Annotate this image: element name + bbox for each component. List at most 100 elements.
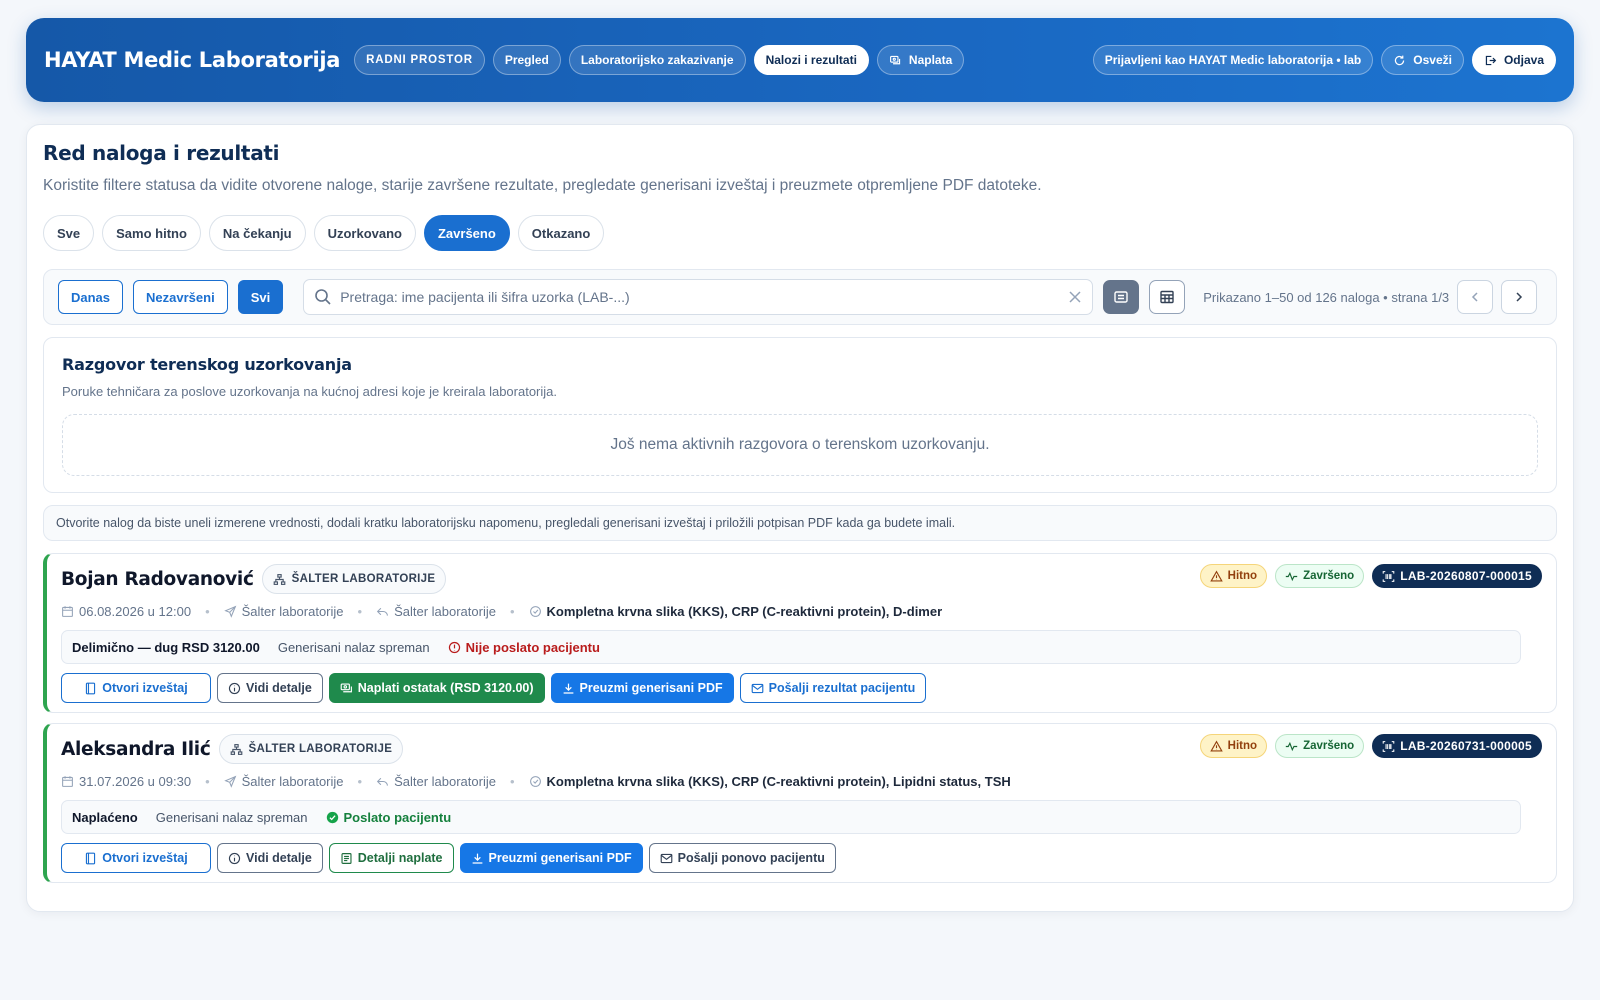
nav-orders-results[interactable]: Nalozi i rezultati: [753, 45, 869, 75]
orders-toolbar: Danas Nezavršeni Svi Prikazano 1–50 od 1…: [43, 269, 1557, 325]
nav-overview[interactable]: Pregled: [492, 45, 561, 75]
check-circle-icon: [326, 811, 338, 823]
order-tests: Kompletna krvna slika (KKS), CRP (C-reak…: [546, 604, 943, 619]
brand-title: HAYAT Medic Laboratorija: [44, 48, 341, 72]
logout-label: Odjava: [1503, 53, 1544, 67]
chevron-left-icon: [1472, 292, 1478, 302]
order-meta: 06.08.2026 u 12:00 • Šalter laboratorije…: [61, 604, 942, 619]
status-badge: Završeno: [1275, 734, 1365, 758]
next-page-button[interactable]: [1501, 280, 1538, 314]
order-sent-from: Šalter laboratorije: [241, 774, 344, 789]
nav-billing-label: Naplata: [908, 53, 953, 67]
refresh-button[interactable]: Osveži: [1381, 45, 1464, 75]
sample-code-badge: LAB-20260807-000015: [1372, 564, 1542, 588]
nav-workspace[interactable]: RADNI PROSTOR: [354, 45, 485, 75]
send-result-button[interactable]: Pošalji rezultat pacijentu: [739, 673, 927, 703]
conversation-subtitle: Poruke tehničara za poslove uzorkovanja …: [62, 384, 557, 399]
report-icon: [86, 682, 96, 694]
view-details-label: Vidi detalje: [246, 851, 312, 865]
filter-urgent-only[interactable]: Samo hitno: [102, 215, 201, 251]
sitemap-icon: [230, 743, 242, 755]
barcode-icon: [1382, 570, 1395, 582]
warning-icon: [1209, 569, 1223, 582]
filter-pending[interactable]: Na čekanju: [208, 215, 306, 251]
order-return-to: Šalter laboratorije: [394, 774, 496, 789]
prev-page-button[interactable]: [1457, 280, 1494, 314]
open-report-button[interactable]: Otvori izveštaj: [61, 673, 211, 703]
view-details-button[interactable]: Vidi detalje: [217, 843, 323, 873]
search-input[interactable]: [340, 289, 1061, 305]
open-report-label: Otvori izveštaj: [102, 851, 188, 865]
order-return-to: Šalter laboratorije: [394, 604, 496, 619]
patient-name: Aleksandra Ilić: [61, 738, 211, 760]
sample-code-badge: LAB-20260731-000005: [1372, 734, 1542, 758]
pulse-icon: [1285, 741, 1298, 751]
billing-icon: [889, 55, 901, 64]
generated-report-status: Generisani nalaz spreman: [277, 639, 430, 655]
filter-sampled[interactable]: Uzorkovano: [313, 215, 416, 251]
info-icon: [228, 682, 241, 694]
pager-text: Prikazano 1–50 od 126 naloga • strana 1/…: [1203, 289, 1450, 305]
sitemap-icon: [273, 573, 285, 585]
download-pdf-button[interactable]: Preuzmi generisani PDF: [550, 673, 734, 703]
payment-status: Delimično — dug RSD 3120.00: [72, 639, 260, 655]
order-sent-from: Šalter laboratorije: [241, 604, 344, 619]
refresh-label: Osveži: [1413, 53, 1452, 67]
send-status: Poslato pacijentu: [326, 809, 452, 825]
filter-completed[interactable]: Završeno: [423, 215, 510, 251]
refresh-icon: [1395, 55, 1405, 65]
billing-details-label: Detalji naplate: [357, 851, 443, 865]
location-label: ŠALTER LABORATORIJE: [248, 743, 393, 755]
calendar-icon: [62, 606, 73, 617]
warning-icon: [1209, 739, 1223, 752]
range-today-button[interactable]: Danas: [58, 280, 124, 314]
top-header: HAYAT Medic Laboratorija RADNI PROSTOR P…: [26, 18, 1574, 102]
urgent-badge: Hitno: [1199, 734, 1268, 758]
send-icon: [223, 605, 236, 618]
send-status: Nije poslato pacijentu: [448, 640, 600, 655]
download-icon: [472, 853, 482, 864]
status-label: Završeno: [1303, 570, 1355, 582]
order-datetime: 06.08.2026 u 12:00: [79, 604, 192, 619]
list-view-icon: [1114, 291, 1128, 303]
download-pdf-label: Preuzmi generisani PDF: [488, 851, 632, 865]
nav-lab-scheduling[interactable]: Laboratorijsko zakazivanje: [568, 45, 746, 75]
location-label: ŠALTER LABORATORIJE: [291, 573, 436, 585]
send-result-label: Pošalji rezultat pacijentu: [768, 681, 916, 695]
field-sampling-conversation: Razgovor terenskog uzorkovanja Poruke te…: [43, 337, 1557, 493]
open-report-button[interactable]: Otvori izveštaj: [61, 843, 211, 873]
table-view-icon: [1160, 290, 1174, 304]
nav-billing[interactable]: Naplata: [876, 45, 965, 75]
alert-circle-icon: [448, 641, 460, 653]
order-status-bar: Naplaćeno Generisani nalaz spreman Posla…: [61, 800, 1521, 834]
logged-in-user: Prijavljeni kao HAYAT Medic laboratorija…: [1092, 45, 1374, 75]
table-view-button[interactable]: [1149, 280, 1186, 314]
open-report-label: Otvori izveštaj: [102, 681, 188, 695]
resend-result-label: Pošalji ponovo pacijentu: [677, 851, 825, 865]
download-pdf-label: Preuzmi generisani PDF: [579, 681, 723, 695]
check-badge-icon: [529, 606, 541, 617]
urgent-label: Hitno: [1227, 740, 1258, 752]
range-unfinished-button[interactable]: Nezavršeni: [133, 280, 228, 314]
filter-cancelled[interactable]: Otkazano: [517, 215, 605, 251]
list-view-button[interactable]: [1103, 280, 1140, 314]
chevron-right-icon: [1516, 292, 1523, 302]
clear-search-icon[interactable]: [1068, 290, 1082, 304]
conversation-title: Razgovor terenskog uzorkovanja: [62, 355, 352, 374]
status-label: Završeno: [1303, 740, 1355, 752]
resend-result-button[interactable]: Pošalji ponovo pacijentu: [648, 843, 836, 873]
view-details-label: Vidi detalje: [246, 681, 312, 695]
charge-remaining-button[interactable]: Naplati ostatak (RSD 3120.00): [328, 673, 545, 703]
patient-name: Bojan Radovanović: [61, 568, 254, 590]
send-status-label: Nije poslato pacijentu: [465, 639, 600, 655]
payment-status: Naplaćeno: [72, 809, 138, 825]
send-status-label: Poslato pacijentu: [343, 809, 452, 825]
billing-details-button[interactable]: Detalji naplate: [328, 843, 454, 873]
range-all-button[interactable]: Svi: [237, 280, 284, 314]
view-details-button[interactable]: Vidi detalje: [217, 673, 323, 703]
report-icon: [86, 852, 96, 864]
download-pdf-button[interactable]: Preuzmi generisani PDF: [459, 843, 643, 873]
filter-all[interactable]: Sve: [43, 215, 95, 251]
logout-button[interactable]: Odjava: [1471, 45, 1556, 75]
mail-icon: [751, 683, 763, 693]
